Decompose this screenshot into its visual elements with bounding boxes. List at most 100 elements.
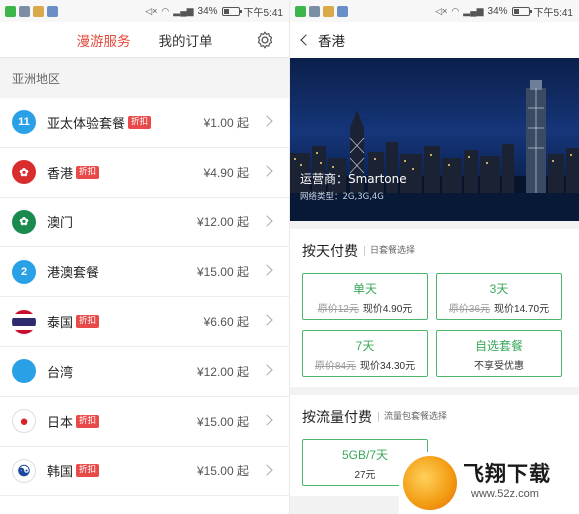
region-price: ¥6.60 起	[203, 315, 249, 330]
region-price: ¥12.00 起	[196, 364, 249, 379]
region-name: 韩国	[47, 465, 74, 481]
notification-icons	[5, 5, 58, 17]
plan-option-title: 3天	[489, 282, 509, 296]
taiwan-icon	[12, 359, 36, 384]
thailand-flag-icon	[12, 309, 36, 334]
plan-option-title: 7天	[355, 339, 375, 353]
region-name: 台湾	[47, 365, 74, 381]
plan-option-title: 单天	[352, 282, 377, 296]
original-price: 原价12元	[317, 304, 359, 315]
operator-label: 运营商：Smartone	[300, 172, 407, 186]
daily-plan-subtitle: 日套餐选择	[364, 246, 415, 256]
chevron-right-icon	[261, 314, 273, 326]
region-name: 香港	[47, 166, 74, 182]
chevron-right-icon	[261, 115, 273, 127]
macau-flag-icon: ✿	[12, 209, 36, 234]
korea-flag-icon: ☯	[12, 458, 36, 483]
region-row[interactable]: ☯ 韩国 折扣 ¥15.00 起	[0, 447, 289, 497]
clock: 下午5:41	[243, 7, 283, 19]
section-title-asia: 亚洲地区	[0, 58, 289, 98]
region-price: ¥15.00 起	[196, 265, 249, 280]
region-row[interactable]: 2 港澳套餐 ¥15.00 起	[0, 247, 289, 298]
region-price: ¥15.00 起	[196, 464, 249, 479]
hong-kong-flag-icon: ✿	[12, 160, 36, 185]
plan-option-single-day[interactable]: 单天 原价12元 现价4.90元	[302, 273, 428, 320]
plan-option-3-days[interactable]: 3天 原价36元 现价14.70元	[436, 273, 562, 320]
status-bar: ◁× ◠ ▂▄▆ 34% 下午5:41	[290, 0, 579, 22]
hong-kong-detail-screen: ◁× ◠ ▂▄▆ 34% 下午5:41 香港 运营商：Smartone 网络类型…	[290, 0, 579, 514]
tab-roaming-service[interactable]: 漫游服务	[77, 30, 131, 50]
chevron-right-icon	[261, 463, 273, 476]
chevron-right-icon	[261, 364, 273, 376]
wechat-icon	[5, 5, 16, 17]
no-discount-note: 不享受优惠	[474, 361, 524, 372]
mute-icon: ◁×	[435, 5, 448, 16]
region-name: 日本	[47, 415, 74, 431]
app-icon	[323, 5, 334, 17]
traffic-plan-title: 按流量付费	[302, 410, 372, 426]
traffic-plan-subtitle: 流量包套餐选择	[378, 412, 447, 422]
chevron-right-icon	[261, 214, 273, 227]
battery-icon	[511, 6, 532, 16]
chevron-right-icon	[261, 165, 273, 177]
wechat-icon	[295, 5, 306, 17]
daily-plan-section: 按天付费 日套餐选择 单天 原价12元 现价4.90元 3天 原价36元 现价14.…	[290, 229, 579, 387]
region-price: ¥12.00 起	[196, 215, 249, 230]
detail-navbar: 香港	[290, 22, 579, 58]
signal-icon: ▂▄▆	[463, 5, 484, 16]
notification-icons	[295, 5, 348, 17]
region-price: ¥1.00 起	[203, 115, 249, 130]
settings-gear-icon[interactable]	[255, 30, 275, 50]
discount-badge: 折扣	[76, 165, 100, 179]
battery-icon	[221, 6, 242, 16]
current-price: 现价14.70元	[494, 304, 550, 315]
asia-pacific-icon: 11	[12, 110, 36, 135]
daily-plan-header: 按天付费 日套餐选择	[302, 229, 567, 273]
app-icon	[337, 5, 348, 17]
chevron-right-icon	[261, 264, 273, 277]
app-icon	[309, 5, 320, 17]
region-row[interactable]: 泰国 折扣 ¥6.60 起	[0, 297, 289, 347]
region-name: 澳门	[47, 216, 74, 232]
top-tabs: 漫游服务 我的订单	[0, 22, 289, 58]
region-row[interactable]: 11 亚太体验套餐 折扣 ¥1.00 起	[0, 98, 289, 148]
mute-icon: ◁×	[145, 5, 158, 16]
back-arrow-icon[interactable]	[300, 34, 312, 46]
discount-badge: 折扣	[76, 414, 100, 428]
region-list: 11 亚太体验套餐 折扣 ¥1.00 起 ✿ 香港 折扣 ¥4.90 起 ✿ 澳门 ¥12.00 起…	[0, 98, 289, 497]
app-icon	[19, 5, 30, 17]
original-price: 原价84元	[314, 361, 357, 372]
wifi-icon: ◠	[451, 5, 460, 16]
region-name: 泰国	[47, 316, 74, 332]
current-price: 现价34.30元	[360, 361, 416, 372]
original-price: 原价36元	[448, 304, 491, 315]
region-row[interactable]: ● 日本 折扣 ¥15.00 起	[0, 397, 289, 447]
battery-percent: 34%	[487, 5, 508, 17]
app-icon	[33, 5, 44, 17]
hk-macau-bundle-icon: 2	[12, 259, 36, 284]
discount-badge: 折扣	[76, 315, 100, 329]
region-row[interactable]: ✿ 澳门 ¥12.00 起	[0, 198, 289, 248]
tab-my-orders[interactable]: 我的订单	[159, 30, 213, 50]
watermark-brand: 飞翔下载	[463, 462, 551, 486]
plan-option-7-days[interactable]: 7天 原价84元 现价34.30元	[302, 330, 428, 377]
region-price: ¥15.00 起	[196, 414, 249, 429]
battery-percent: 34%	[197, 5, 218, 17]
discount-badge: 折扣	[128, 115, 152, 129]
signal-icon: ▂▄▆	[173, 5, 194, 16]
region-name: 亚太体验套餐	[47, 116, 126, 132]
feixiang-logo-icon	[403, 456, 457, 510]
watermark-url: www.52z.com	[471, 488, 539, 500]
network-type-label: 网络类型：2G,3G,4G	[300, 192, 384, 202]
page-title: 香港	[318, 34, 345, 50]
watermark: 飞翔下载 www.52z.com	[399, 452, 579, 514]
daily-plan-title: 按天付费	[302, 244, 358, 260]
region-row[interactable]: 台湾 ¥12.00 起	[0, 347, 289, 397]
region-name: 港澳套餐	[47, 266, 100, 282]
current-price: 现价4.90元	[362, 304, 413, 315]
discount-badge: 折扣	[76, 464, 100, 478]
wifi-icon: ◠	[161, 5, 170, 16]
region-price: ¥4.90 起	[203, 165, 249, 180]
plan-option-custom[interactable]: 自选套餐 不享受优惠	[436, 330, 562, 377]
region-row[interactable]: ✿ 香港 折扣 ¥4.90 起	[0, 148, 289, 198]
